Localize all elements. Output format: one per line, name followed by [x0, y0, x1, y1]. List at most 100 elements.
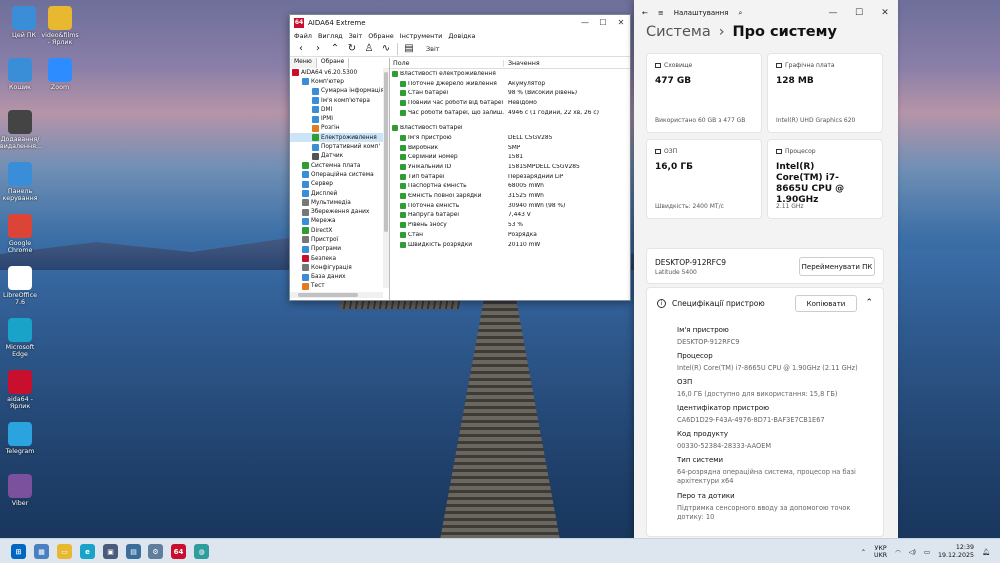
clock[interactable]: 12:39 19.12.2025	[938, 544, 974, 560]
windows-start-icon[interactable]: ⊞	[11, 544, 26, 559]
menu-help[interactable]: Довідка	[448, 32, 475, 40]
details-row[interactable]: Паспортна ємність 68005 mWh	[390, 182, 630, 192]
desktop-shortcut[interactable]: Zoom	[40, 58, 80, 91]
report-doc-icon[interactable]: ▤	[403, 43, 415, 54]
tree-item[interactable]: AIDA64 v6.20.5300	[290, 68, 389, 77]
storage-card[interactable]: Сховище 477 GB Використано 60 GB з 477 G…	[646, 53, 762, 133]
maximize-icon[interactable]: ☐	[594, 18, 612, 27]
settings-window[interactable]: ← ≡ Налаштування ⌕ — ☐ ✕ Система › Про с…	[634, 0, 898, 538]
menu-tools[interactable]: Інструменти	[400, 32, 443, 40]
tree-item[interactable]: Конфігурація	[290, 263, 389, 272]
tree-item[interactable]: Мережа	[290, 217, 389, 226]
language-indicator[interactable]: УКР UKR	[874, 545, 887, 559]
desktop-shortcut[interactable]: Telegram	[0, 422, 40, 455]
details-row[interactable]: Час роботи батареї, що залиш... 4946 с (1…	[390, 108, 630, 118]
tree-item[interactable]: Сумарна інформація	[290, 87, 389, 96]
desktop-shortcut[interactable]: video&films - Ярлик	[40, 6, 80, 46]
tree-item[interactable]: Програми	[290, 245, 389, 254]
breadcrumb-system[interactable]: Система	[646, 24, 711, 40]
notifications-bell-icon[interactable]: 🔔︎	[982, 548, 990, 556]
navigation-tree[interactable]: Меню Обране AIDA64 v6.20.5300 Комп'ютер Су…	[290, 58, 390, 300]
aida64-titlebar[interactable]: 64 AIDA64 Extreme — ☐ ✕	[290, 15, 630, 30]
desktop-shortcut[interactable]: LibreOffice 7.6	[0, 266, 40, 306]
chevron-up-icon[interactable]: ⌃	[865, 298, 873, 308]
settings-icon[interactable]: ⚙	[148, 544, 163, 559]
tree-item[interactable]: Безпека	[290, 254, 389, 263]
refresh-icon[interactable]: ↻	[346, 43, 358, 54]
tree-item[interactable]: Ім'я комп'ютера	[290, 96, 389, 105]
processor-card[interactable]: Процесор Intel(R) Core(TM) i7-8665U CPU …	[767, 139, 883, 219]
report-button[interactable]: Звіт	[426, 45, 440, 53]
details-group-header[interactable]: Властивості електроживлення	[390, 69, 630, 79]
media-icon[interactable]: ▤	[126, 544, 141, 559]
details-row[interactable]: Швидкість розрядки 20110 mW	[390, 240, 630, 250]
column-value[interactable]: Значення	[504, 60, 540, 67]
tree-item[interactable]: Датчик	[290, 152, 389, 161]
back-arrow-icon[interactable]: ←	[642, 9, 648, 17]
ram-card[interactable]: ОЗП 16,0 ГБ Швидкість: 2400 МТ/с	[646, 139, 762, 219]
desktop-shortcut[interactable]: Цей ПК	[4, 6, 44, 39]
details-row[interactable]: Повний час роботи від батареї Невідомо	[390, 98, 630, 108]
up-icon[interactable]: ⌃	[329, 43, 341, 54]
details-row[interactable]: Ім'я пристрою DELL C5GV285	[390, 133, 630, 143]
volume-icon[interactable]: ◁)	[909, 549, 916, 556]
column-field[interactable]: Поле	[390, 59, 504, 67]
hamburger-menu-icon[interactable]: ≡	[658, 9, 664, 17]
aida64-window[interactable]: 64 AIDA64 Extreme — ☐ ✕ Файл Вигляд Звіт…	[289, 14, 631, 301]
search-icon[interactable]: ⌕	[738, 9, 742, 18]
minimize-icon[interactable]: —	[820, 8, 846, 18]
desktop-shortcut[interactable]: Google Chrome	[0, 214, 40, 254]
tree-horizontal-scrollbar[interactable]	[290, 292, 383, 298]
tab-menu[interactable]: Меню	[290, 58, 317, 68]
chart-icon[interactable]: ∿	[380, 43, 392, 54]
details-row[interactable]: Стан Розрядка	[390, 230, 630, 240]
tree-item[interactable]: База даних	[290, 273, 389, 282]
forward-icon[interactable]: ›	[312, 43, 324, 54]
tree-item[interactable]: Сервер	[290, 180, 389, 189]
tree-item[interactable]: Операційна система	[290, 170, 389, 179]
menu-favorites[interactable]: Обране	[368, 32, 393, 40]
details-row[interactable]: Поточна ємність 30940 mWh (98 %)	[390, 201, 630, 211]
network-globe-icon[interactable]: ◍	[194, 544, 209, 559]
tree-item[interactable]: Пристрої	[290, 235, 389, 244]
tree-item[interactable]: Дисплей	[290, 189, 389, 198]
graphics-card[interactable]: Графічна плата 128 MB Intel(R) UHD Graph…	[767, 53, 883, 133]
menu-view[interactable]: Вигляд	[318, 32, 343, 40]
menu-file[interactable]: Файл	[294, 32, 312, 40]
tree-vertical-scrollbar[interactable]	[383, 68, 389, 288]
details-row[interactable]: Рівень зносу 53 %	[390, 220, 630, 230]
details-row[interactable]: Ємність повної зарядки 31525 mWh	[390, 191, 630, 201]
user-icon[interactable]: ♙	[363, 43, 375, 54]
edge-icon[interactable]: e	[80, 544, 95, 559]
tree-item[interactable]: Комп'ютер	[290, 77, 389, 86]
desktop-shortcut[interactable]: Додавання/видалення...	[0, 110, 42, 150]
tree-item[interactable]: Розгін	[290, 124, 389, 133]
details-row[interactable]: Тип батареї Перезарядний LiP	[390, 172, 630, 182]
menu-report[interactable]: Звіт	[349, 32, 363, 40]
settings-titlebar[interactable]: ← ≡ Налаштування ⌕ — ☐ ✕	[634, 0, 898, 26]
desktop-shortcut[interactable]: Microsoft Edge	[0, 318, 40, 358]
details-row[interactable]: Унікальний ID 1581SMPDELL C5GV285	[390, 162, 630, 172]
file-explorer-icon[interactable]: ▭	[57, 544, 72, 559]
widgets-icon[interactable]: ▦	[34, 544, 49, 559]
chevron-up-icon[interactable]: ⌃	[861, 549, 866, 556]
desktop-shortcut[interactable]: aida64 - Ярлик	[0, 370, 40, 410]
details-row[interactable]: Поточне джерело живлення Акумулятор	[390, 79, 630, 89]
tree-item[interactable]: DirectX	[290, 226, 389, 235]
store-icon[interactable]: ▣	[103, 544, 118, 559]
close-icon[interactable]: ✕	[872, 8, 898, 18]
tree-item[interactable]: Електроживлення	[290, 133, 389, 143]
battery-icon[interactable]: ▭	[924, 549, 930, 556]
details-row[interactable]: Виробник SMP	[390, 143, 630, 153]
maximize-icon[interactable]: ☐	[846, 8, 872, 18]
desktop-shortcut[interactable]: Панель керування	[0, 162, 40, 202]
tree-item[interactable]: Мультимедіа	[290, 198, 389, 207]
details-group-header[interactable]: Властивості батареї	[390, 123, 630, 133]
tree-item[interactable]: Системна плата	[290, 161, 389, 170]
details-row[interactable]: Серійний номер 1581	[390, 153, 630, 163]
details-row[interactable]: Стан батареї 98 % (Високий рівень)	[390, 88, 630, 98]
copy-button[interactable]: Копіювати	[795, 295, 857, 312]
aida64-icon[interactable]: 64	[171, 544, 186, 559]
tree-item[interactable]: Портативний комп'	[290, 142, 389, 151]
tree-item[interactable]: DMI	[290, 105, 389, 114]
